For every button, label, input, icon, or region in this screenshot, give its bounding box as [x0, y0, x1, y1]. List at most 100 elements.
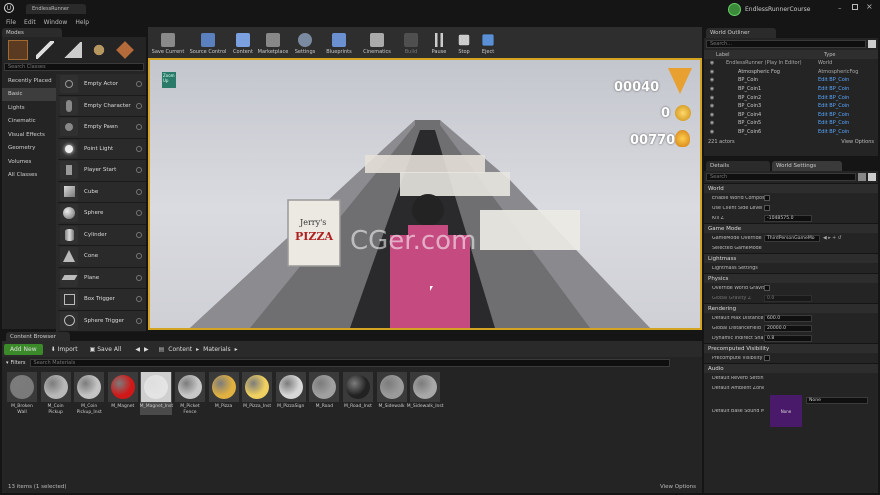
- table-row[interactable]: ◉ BP_Coin2 Edit BP_Coin: [706, 93, 878, 102]
- eye-icon[interactable]: ◉: [706, 86, 718, 92]
- asset-tile[interactable]: M_Road: [308, 372, 340, 415]
- world-settings-tab[interactable]: World Settings: [772, 161, 842, 171]
- category-basic[interactable]: Basic: [2, 87, 56, 101]
- asset-tile[interactable]: M_Pizza_Inst: [241, 372, 273, 415]
- table-row[interactable]: ◉ BP_Coin3 Edit BP_Coin: [706, 102, 878, 111]
- asset-tile-selected[interactable]: M_Magnet_Inst: [140, 372, 173, 415]
- help-icon[interactable]: [136, 231, 142, 238]
- help-icon[interactable]: [136, 124, 142, 131]
- paint-mode-icon[interactable]: [36, 41, 54, 59]
- list-item[interactable]: Empty Actor: [58, 74, 146, 96]
- pause-button[interactable]: Pause: [426, 27, 452, 57]
- category-volumes[interactable]: Volumes: [2, 155, 56, 169]
- table-row[interactable]: ◉ BP_Coin1 Edit BP_Coin: [706, 85, 878, 94]
- details-tab[interactable]: Details: [706, 161, 770, 171]
- content-button[interactable]: Content: [230, 27, 256, 57]
- blueprints-button[interactable]: Blueprints: [320, 27, 358, 57]
- details-search-input[interactable]: Search: [706, 173, 856, 181]
- back-arrow-icon[interactable]: ◀: [135, 346, 140, 353]
- help-icon[interactable]: [136, 274, 142, 281]
- section-rendering[interactable]: Rendering: [704, 303, 878, 313]
- foliage-mode-icon[interactable]: [90, 41, 108, 59]
- menu-edit[interactable]: Edit: [24, 19, 36, 26]
- table-row[interactable]: ◉ BP_Coin5 Edit BP_Coin: [706, 119, 878, 128]
- checkbox[interactable]: [764, 205, 770, 211]
- asset-tile[interactable]: M_Coin Pickup_Inst: [73, 372, 105, 415]
- asset-tile[interactable]: M_Sidewalk: [376, 372, 408, 415]
- help-icon[interactable]: [136, 188, 142, 195]
- checkbox[interactable]: [764, 355, 770, 361]
- section-game-mode[interactable]: Game Mode: [704, 223, 878, 233]
- eye-icon[interactable]: ◉: [706, 60, 718, 66]
- sound-thumbnail[interactable]: None: [770, 395, 802, 427]
- import-button[interactable]: ⬇ Import: [47, 346, 82, 353]
- section-lightmass[interactable]: Lightmass: [704, 253, 878, 263]
- cinematics-button[interactable]: Cinematics: [358, 27, 396, 57]
- forward-arrow-icon[interactable]: ▶: [144, 346, 149, 353]
- asset-search-input[interactable]: Search Materials: [29, 358, 670, 367]
- outliner-options-icon[interactable]: [868, 40, 876, 48]
- asset-tile[interactable]: M_Broken Wall: [6, 372, 38, 415]
- eye-icon[interactable]: ◉: [706, 112, 718, 118]
- menu-window[interactable]: Window: [44, 19, 68, 26]
- close-button[interactable]: ×: [866, 2, 873, 11]
- asset-tile[interactable]: M_Picket Fence: [174, 372, 206, 415]
- asset-tile[interactable]: M_Coin Pickup: [40, 372, 72, 415]
- geometry-mode-icon[interactable]: [116, 41, 134, 59]
- browse-icon[interactable]: ◀ ▸ + ↺: [823, 236, 842, 241]
- breadcrumb-materials[interactable]: Materials: [203, 346, 231, 353]
- list-item[interactable]: Sphere Trigger: [58, 311, 146, 332]
- table-row[interactable]: ◉ BP_Coin4 Edit BP_Coin: [706, 111, 878, 120]
- breadcrumb-content[interactable]: Content: [168, 346, 192, 353]
- stop-button[interactable]: Stop: [452, 27, 476, 57]
- class-search-input[interactable]: Search Classes: [4, 63, 144, 71]
- list-item[interactable]: Cube: [58, 182, 146, 203]
- place-mode-icon[interactable]: [8, 40, 28, 60]
- property-matrix-icon[interactable]: [858, 173, 866, 181]
- list-item[interactable]: Empty Character: [58, 96, 146, 117]
- category-all-classes[interactable]: All Classes: [2, 169, 56, 183]
- asset-tile[interactable]: M_Magnet: [107, 372, 139, 415]
- eye-icon[interactable]: ◉: [706, 120, 718, 126]
- filters-button[interactable]: ▾ Filters: [6, 360, 26, 366]
- list-item[interactable]: Cone: [58, 246, 146, 268]
- sound-select[interactable]: None: [806, 397, 868, 404]
- gamemode-override-select[interactable]: ThirdPersonGameMo: [764, 234, 820, 242]
- list-item[interactable]: Cylinder: [58, 225, 146, 246]
- category-lights[interactable]: Lights: [2, 101, 56, 115]
- type-column-header[interactable]: Type: [824, 52, 835, 58]
- help-icon[interactable]: [136, 102, 142, 109]
- help-icon[interactable]: [136, 145, 142, 152]
- help-icon[interactable]: [136, 210, 142, 217]
- label-column-header[interactable]: Label: [716, 52, 824, 58]
- max-distance-field[interactable]: 600.0: [764, 314, 812, 322]
- eject-button[interactable]: Eject: [476, 27, 500, 57]
- help-icon[interactable]: [136, 167, 142, 174]
- asset-tile[interactable]: M_PizzaSign: [275, 372, 307, 415]
- indirect-shadow-field[interactable]: 0.8: [764, 334, 812, 342]
- help-icon[interactable]: [136, 296, 142, 303]
- eye-icon[interactable]: ◉: [706, 129, 718, 135]
- kill-z-field[interactable]: -1048575.0: [764, 214, 812, 222]
- section-physics[interactable]: Physics: [704, 273, 878, 283]
- list-item[interactable]: Plane: [58, 268, 146, 289]
- list-item[interactable]: Sphere: [58, 203, 146, 225]
- asset-tile[interactable]: M_Road_Inst: [342, 372, 374, 415]
- help-icon[interactable]: [136, 317, 142, 324]
- list-item[interactable]: Player Start: [58, 160, 146, 182]
- list-item[interactable]: Point Light: [58, 139, 146, 160]
- eye-icon[interactable]: ◉: [706, 103, 718, 109]
- build-button[interactable]: Build: [396, 27, 426, 57]
- landscape-mode-icon[interactable]: [62, 42, 82, 58]
- folder-icon[interactable]: ▤: [159, 346, 165, 353]
- menu-help[interactable]: Help: [75, 19, 89, 26]
- checkbox[interactable]: [764, 195, 770, 201]
- world-outliner-tab[interactable]: World Outliner: [706, 28, 776, 38]
- settings-button[interactable]: Settings: [290, 27, 320, 57]
- category-geometry[interactable]: Geometry: [2, 142, 56, 156]
- marketplace-button[interactable]: Marketplace: [256, 27, 290, 57]
- asset-tile[interactable]: M_Pizza: [208, 372, 240, 415]
- checkbox[interactable]: [764, 285, 770, 291]
- maximize-button[interactable]: [852, 4, 858, 10]
- category-recently-placed[interactable]: Recently Placed: [2, 74, 56, 88]
